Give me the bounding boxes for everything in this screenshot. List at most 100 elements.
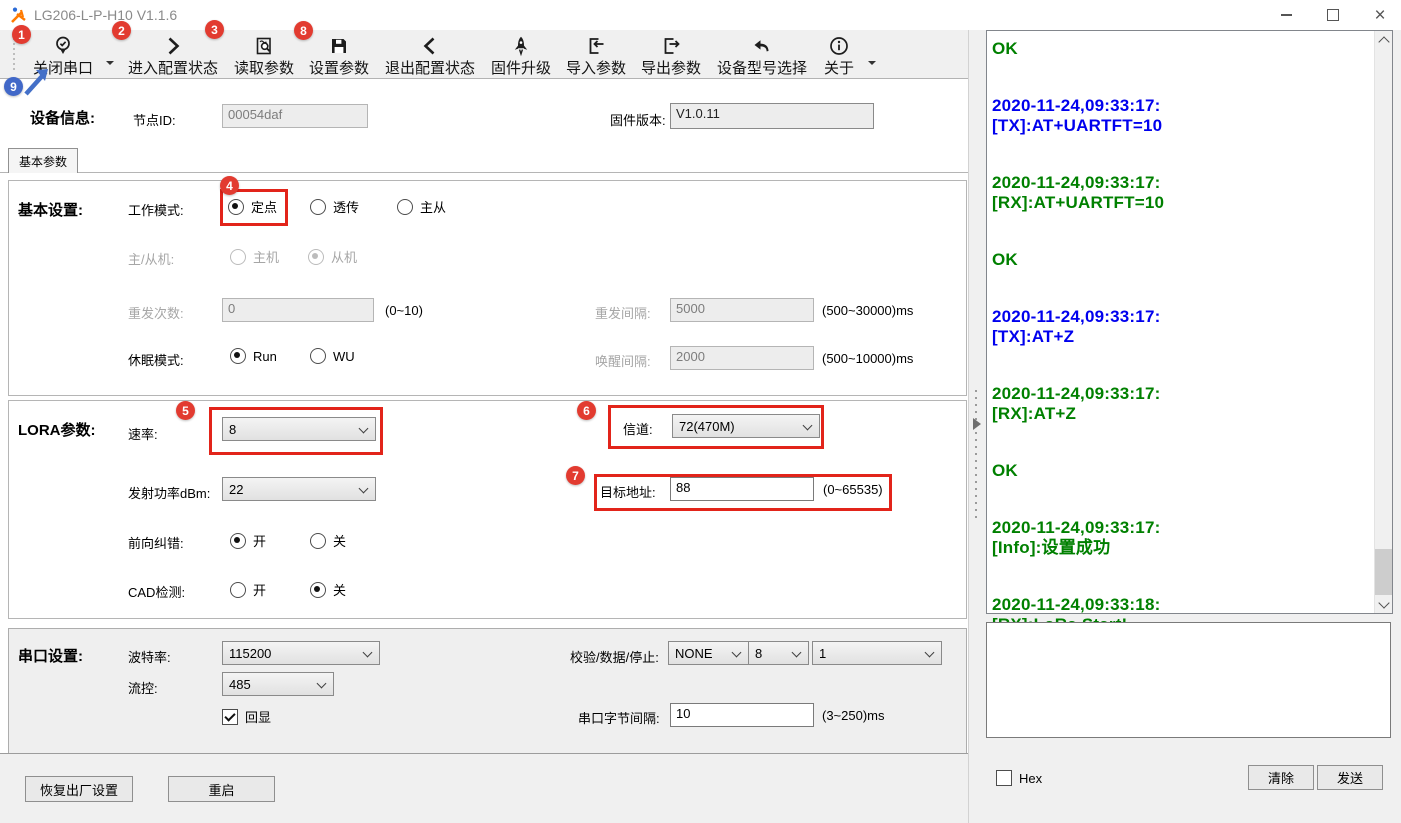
minimize-button[interactable]	[1272, 4, 1300, 26]
send-input[interactable]	[986, 622, 1391, 738]
select-value: 115200	[229, 646, 271, 661]
chevron-down-icon	[732, 648, 742, 658]
export-icon	[660, 33, 682, 57]
target-addr-label: 目标地址:	[600, 482, 656, 501]
toolbar-button-label: 进入配置状态	[128, 57, 218, 78]
resend-count-range: (0~10)	[385, 303, 423, 318]
node-id-field[interactable]: 00054daf	[222, 104, 368, 128]
baud-select[interactable]: 115200	[222, 641, 380, 665]
radio-label: 开	[253, 580, 266, 599]
log-entry: 2020-11-24,09:33:17: [TX]:AT+UARTFT=10	[992, 96, 1371, 136]
about-dropdown-caret-icon[interactable]	[868, 61, 876, 69]
log-content: OK 2020-11-24,09:33:17: [TX]:AT+UARTFT=1…	[992, 39, 1371, 672]
resend-interval-field[interactable]: 5000	[670, 298, 814, 322]
target-addr-field[interactable]: 88	[670, 477, 814, 501]
radio-label: WU	[333, 349, 355, 364]
log-entry: 2020-11-24,09:33:17: [TX]:AT+Z	[992, 307, 1371, 347]
save-icon	[328, 33, 350, 57]
log-line: OK	[992, 250, 1371, 270]
select-value: 8	[755, 646, 762, 661]
send-button[interactable]: 发送	[1317, 765, 1383, 790]
resend-count-field[interactable]: 0	[222, 298, 374, 322]
device-info-title: 设备信息:	[30, 107, 95, 128]
chevron-down-icon	[317, 679, 327, 689]
log-entry: OK	[992, 461, 1371, 481]
data-bits-select[interactable]: 8	[748, 641, 809, 665]
log-entry: OK	[992, 39, 1371, 59]
radio-fec-on[interactable]: 开	[230, 531, 266, 550]
tx-power-select[interactable]: 22	[222, 477, 376, 501]
channel-select[interactable]: 72(470M)	[672, 414, 820, 438]
scroll-up-icon[interactable]	[1375, 31, 1392, 48]
toolbar-enter-config-button[interactable]: 进入配置状态	[125, 33, 221, 78]
radio-master[interactable]: 主机	[230, 247, 279, 266]
log-line: 2020-11-24,09:33:17:	[992, 518, 1371, 538]
log-line: 2020-11-24,09:33:17:	[992, 96, 1371, 116]
right-panel: OK 2020-11-24,09:33:17: [TX]:AT+UARTFT=1…	[984, 30, 1401, 823]
chevron-down-icon	[359, 424, 369, 434]
rocket-icon	[510, 33, 532, 57]
flow-control-select[interactable]: 485	[222, 672, 334, 696]
radio-label: 主机	[253, 247, 279, 266]
log-line: 2020-11-24,09:33:17:	[992, 307, 1371, 327]
node-id-label: 节点ID:	[133, 110, 176, 129]
radio-cad-off[interactable]: 关	[310, 580, 346, 599]
radio-icon	[310, 348, 326, 364]
toolbar-button-label: 退出配置状态	[385, 57, 475, 78]
scroll-down-icon[interactable]	[1375, 596, 1392, 613]
chevron-down-icon	[803, 421, 813, 431]
toolbar-close-serial-button[interactable]: 关闭串口	[31, 33, 95, 78]
parity-select[interactable]: NONE	[668, 641, 749, 665]
log-entry: OK	[992, 250, 1371, 270]
tab-basic-params[interactable]: 基本参数	[8, 148, 78, 173]
radio-fec-off[interactable]: 关	[310, 531, 346, 550]
radio-slave[interactable]: 从机	[308, 247, 357, 266]
close-serial-dropdown-caret-icon[interactable]	[106, 61, 114, 69]
toolbar-export-params-button[interactable]: 导出参数	[639, 33, 703, 78]
echo-checkbox[interactable]: 回显	[222, 707, 271, 726]
maximize-button[interactable]	[1319, 4, 1347, 26]
radio-icon	[228, 199, 244, 215]
chevron-down-icon	[359, 484, 369, 494]
scrollbar-thumb[interactable]	[1375, 549, 1392, 595]
tab-strip: 基本参数	[0, 148, 968, 173]
hex-checkbox[interactable]: Hex	[996, 770, 1042, 786]
toolbar-exit-config-button[interactable]: 退出配置状态	[382, 33, 478, 78]
close-button[interactable]: ×	[1366, 4, 1394, 26]
radio-cad-on[interactable]: 开	[230, 580, 266, 599]
radio-label: 关	[333, 580, 346, 599]
toolbar-firmware-upgrade-button[interactable]: 固件升级	[489, 33, 553, 78]
radio-sleep-run[interactable]: Run	[230, 348, 277, 364]
select-value: 72(470M)	[679, 419, 735, 434]
cad-label: CAD检测:	[128, 582, 185, 601]
log-entry: 2020-11-24,09:33:17: [Info]:设置成功	[992, 518, 1371, 558]
radio-work-mode-transparent[interactable]: 透传	[310, 197, 359, 216]
rate-select[interactable]: 8	[222, 417, 376, 441]
factory-reset-button[interactable]: 恢复出厂设置	[25, 776, 133, 802]
parity-data-stop-label: 校验/数据/停止:	[570, 647, 659, 666]
radio-label: 主从	[420, 197, 446, 216]
wake-interval-field[interactable]: 2000	[670, 346, 814, 370]
log-output-panel[interactable]: OK 2020-11-24,09:33:17: [TX]:AT+UARTFT=1…	[986, 30, 1393, 614]
toolbar-set-params-button[interactable]: 设置参数	[307, 33, 371, 78]
log-scrollbar[interactable]	[1374, 31, 1392, 613]
toolbar-read-params-button[interactable]: 读取参数	[232, 33, 296, 78]
select-value: 8	[229, 422, 236, 437]
radio-sleep-wu[interactable]: WU	[310, 348, 355, 364]
stop-bits-select[interactable]: 1	[812, 641, 942, 665]
tx-power-label: 发射功率dBm:	[128, 483, 210, 502]
radio-icon	[310, 199, 326, 215]
radio-work-mode-master-slave[interactable]: 主从	[397, 197, 446, 216]
firmware-version-field[interactable]: V1.0.11	[670, 103, 874, 129]
byte-interval-field[interactable]: 10	[670, 703, 814, 727]
toolbar-import-params-button[interactable]: 导入参数	[564, 33, 628, 78]
log-line: [TX]:AT+UARTFT=10	[992, 116, 1371, 136]
log-line: [Info]:设置成功	[992, 538, 1371, 558]
log-line: OK	[992, 461, 1371, 481]
toolbar-device-model-button[interactable]: 设备型号选择	[714, 33, 810, 78]
clear-button[interactable]: 清除	[1248, 765, 1314, 790]
restart-button[interactable]: 重启	[168, 776, 275, 802]
toolbar-about-button[interactable]: 关于	[821, 33, 857, 78]
work-mode-label: 工作模式:	[128, 200, 184, 219]
radio-work-mode-fixed[interactable]: 定点	[228, 197, 277, 216]
